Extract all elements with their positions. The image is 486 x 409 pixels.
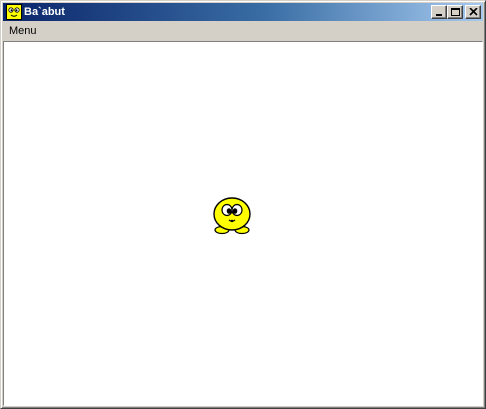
menu-bar: Menu bbox=[3, 21, 483, 41]
maximize-icon bbox=[451, 8, 460, 16]
close-button[interactable] bbox=[465, 5, 481, 19]
minimize-icon bbox=[436, 14, 442, 16]
close-icon bbox=[469, 8, 478, 16]
canvas-area[interactable] bbox=[3, 41, 483, 406]
creature-app-icon bbox=[6, 4, 22, 20]
yellow-creature[interactable] bbox=[211, 195, 253, 235]
minimize-button[interactable] bbox=[431, 5, 447, 19]
app-window: Ba`abut Menu bbox=[0, 0, 486, 409]
title-bar[interactable]: Ba`abut bbox=[3, 3, 483, 21]
menu-item-menu[interactable]: Menu bbox=[9, 24, 37, 38]
window-title: Ba`abut bbox=[24, 6, 65, 18]
maximize-button[interactable] bbox=[447, 5, 463, 19]
